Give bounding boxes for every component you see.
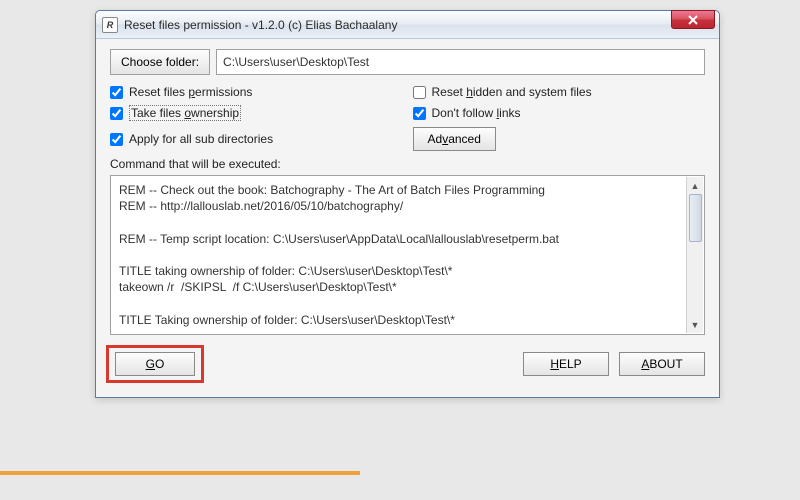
bottom-button-row: GO HELP ABOUT <box>110 345 705 383</box>
close-button[interactable] <box>671 10 715 29</box>
command-output[interactable] <box>110 175 705 335</box>
take-ownership-label: Take files ownership <box>129 105 241 121</box>
dont-follow-links-checkbox[interactable]: Don't follow links <box>413 105 706 121</box>
folder-path-input[interactable]: C:\Users\user\Desktop\Test <box>216 49 705 75</box>
help-button[interactable]: HELP <box>523 352 609 376</box>
scrollbar[interactable]: ▲ ▼ <box>686 177 703 333</box>
scroll-up-arrow-icon[interactable]: ▲ <box>688 177 703 194</box>
window-title: Reset files permission - v1.2.0 (c) Elia… <box>124 18 671 32</box>
dont-follow-links-label: Don't follow links <box>432 106 521 120</box>
scroll-down-arrow-icon[interactable]: ▼ <box>688 316 703 333</box>
app-window: R Reset files permission - v1.2.0 (c) El… <box>95 10 720 398</box>
titlebar[interactable]: R Reset files permission - v1.2.0 (c) El… <box>96 11 719 39</box>
go-highlight-box: GO <box>106 345 204 383</box>
take-ownership-input[interactable] <box>110 107 123 120</box>
go-button[interactable]: GO <box>115 352 195 376</box>
dont-follow-links-input[interactable] <box>413 107 426 120</box>
accent-bar <box>0 471 360 475</box>
scroll-track[interactable] <box>688 194 703 316</box>
command-output-wrap: ▲ ▼ <box>110 175 705 335</box>
close-icon <box>687 15 699 25</box>
reset-hidden-label: Reset hidden and system files <box>432 85 592 99</box>
command-label: Command that will be executed: <box>110 157 705 171</box>
reset-permissions-checkbox[interactable]: Reset files permissions <box>110 85 403 99</box>
reset-permissions-label: Reset files permissions <box>129 85 252 99</box>
reset-hidden-checkbox[interactable]: Reset hidden and system files <box>413 85 706 99</box>
apply-subdirs-label: Apply for all sub directories <box>129 132 273 146</box>
app-icon: R <box>102 17 118 33</box>
about-button[interactable]: ABOUT <box>619 352 705 376</box>
advanced-button[interactable]: Advanced <box>413 127 496 151</box>
reset-hidden-input[interactable] <box>413 86 426 99</box>
take-ownership-checkbox[interactable]: Take files ownership <box>110 105 403 121</box>
reset-permissions-input[interactable] <box>110 86 123 99</box>
choose-folder-button[interactable]: Choose folder: <box>110 49 210 75</box>
client-area: Choose folder: C:\Users\user\Desktop\Tes… <box>96 39 719 397</box>
apply-subdirs-checkbox[interactable]: Apply for all sub directories <box>110 127 403 151</box>
options-grid: Reset files permissions Reset hidden and… <box>110 85 705 151</box>
scroll-thumb[interactable] <box>689 194 702 242</box>
apply-subdirs-input[interactable] <box>110 133 123 146</box>
